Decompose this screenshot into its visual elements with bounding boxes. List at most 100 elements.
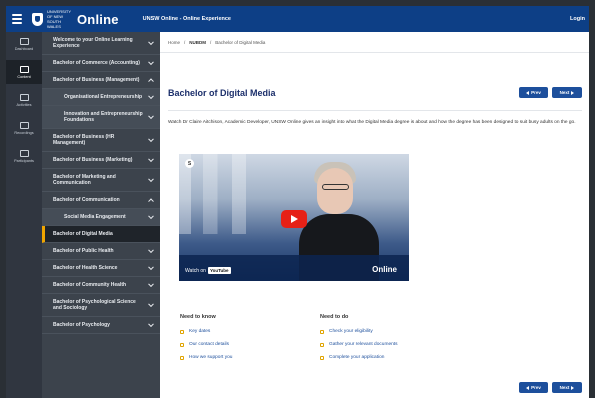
checkbox-icon — [320, 355, 324, 360]
chevron-down-icon — [148, 59, 154, 66]
top-bar: UNIVERSITY OF NEW SOUTH WALES Online UNS… — [6, 6, 589, 32]
video-player[interactable]: S Watch on YouTube Online — [179, 154, 409, 281]
sidebar-item-label: Bachelor of Psychological Science and So… — [53, 299, 136, 311]
sidebar-item-label: Bachelor of Business (Marketing) — [53, 157, 133, 163]
chevron-down-icon — [148, 301, 154, 308]
sidebar-item-marketing-communication[interactable]: Bachelor of Marketing and Communication — [42, 169, 160, 192]
sidebar-item-label: Welcome to your Online Learning Experien… — [53, 37, 133, 49]
sidebar-item-business-management[interactable]: Bachelor of Business (Management) — [42, 72, 160, 89]
sidebar-item-label: Bachelor of Health Science — [53, 265, 118, 271]
sidebar-item-label: Bachelor of Community Health — [53, 282, 127, 288]
list-item-label: Complete your application — [329, 355, 385, 360]
next-button-bottom[interactable]: Next — [552, 382, 582, 393]
list-item[interactable]: Complete your application — [320, 355, 398, 360]
need-to-know-section: Need to know Key dates Our contact detai… — [180, 314, 232, 368]
list-item-label: Our contact details — [189, 342, 229, 347]
video-brand: Online — [372, 265, 397, 274]
sidebar-item-innovation-foundations[interactable]: Innovation and Entrepreneurship Foundati… — [42, 106, 160, 129]
breadcrumb-section[interactable]: NUBDM — [189, 40, 206, 45]
sidebar-item-label: Bachelor of Psychology — [53, 322, 110, 328]
next-label: Next — [559, 385, 570, 390]
sidebar-item-business-marketing[interactable]: Bachelor of Business (Marketing) — [42, 152, 160, 169]
sidebar-item-digital-media[interactable]: Bachelor of Digital Media — [42, 226, 160, 243]
sidebar-item-psych-sociology[interactable]: Bachelor of Psychological Science and So… — [42, 294, 160, 317]
sidebar-item-label: Bachelor of Digital Media — [53, 231, 113, 237]
chevron-down-icon — [148, 281, 154, 288]
rail-label: Dashboard — [14, 46, 34, 51]
chevron-up-icon — [148, 198, 154, 205]
site-title: UNSW Online - Online Experience — [142, 16, 231, 22]
chevron-down-icon — [148, 93, 154, 100]
play-icon[interactable] — [281, 210, 307, 228]
sidebar-item-label: Bachelor of Communication — [53, 197, 120, 203]
prev-label: Prev — [531, 90, 541, 95]
youtube-logo: YouTube — [207, 267, 231, 274]
sidebar-item-psychology[interactable]: Bachelor of Psychology — [42, 317, 160, 334]
sidebar-item-label: Social Media Engagement — [64, 214, 126, 220]
icon-rail: Dashboard Content Activities Recordings … — [6, 32, 42, 398]
breadcrumb-home[interactable]: Home — [168, 40, 180, 45]
chevron-down-icon — [148, 321, 154, 328]
list-item-label: Check your eligibility — [329, 329, 373, 334]
chevron-down-icon — [148, 136, 154, 143]
need-to-do-title: Need to do — [320, 314, 349, 320]
need-to-know-title: Need to know — [180, 314, 216, 320]
sidebar-item-community-health[interactable]: Bachelor of Community Health — [42, 277, 160, 294]
recordings-icon — [19, 121, 29, 129]
sidebar-item-communication[interactable]: Bachelor of Communication — [42, 192, 160, 209]
breadcrumb: Home / NUBDM / Bachelor of Digital Media — [160, 32, 589, 53]
prev-button[interactable]: Prev — [519, 87, 548, 98]
chevron-up-icon — [148, 78, 154, 85]
rail-item-recordings[interactable]: Recordings — [6, 116, 42, 140]
chevron-down-icon — [148, 39, 154, 46]
sidebar-item-label: Bachelor of Business (Management) — [53, 77, 140, 83]
sidebar-item-social-media[interactable]: Social Media Engagement — [42, 209, 160, 226]
sidebar-item-public-health[interactable]: Bachelor of Public Health — [42, 243, 160, 260]
intro-text: Watch Dr Claire Aitchison, Academic Deve… — [168, 120, 576, 125]
arrow-left-icon — [526, 90, 530, 95]
list-item[interactable]: Check your eligibility — [320, 329, 398, 334]
sidebar-item-health-science[interactable]: Bachelor of Health Science — [42, 260, 160, 277]
divider — [168, 110, 582, 111]
rail-item-dashboard[interactable]: Dashboard — [6, 32, 42, 56]
sidebar-item-organisational-entrepreneurship[interactable]: Organisational Entrepreneurship — [42, 89, 160, 106]
sidebar-item-business-hr[interactable]: Bachelor of Business (HR Management) — [42, 129, 160, 152]
sidebar-item-label: Bachelor of Business (HR Management) — [53, 134, 115, 146]
logo-online[interactable]: Online — [77, 12, 119, 27]
watch-on-youtube[interactable]: Watch on YouTube — [185, 267, 231, 274]
chevron-down-icon — [148, 213, 154, 220]
checkbox-icon — [320, 342, 324, 347]
next-label: Next — [559, 90, 570, 95]
chevron-down-icon — [148, 264, 154, 271]
rail-item-activities[interactable]: Activities — [6, 88, 42, 112]
list-item[interactable]: Our contact details — [180, 342, 232, 347]
rail-item-participants[interactable]: Participants — [6, 144, 42, 168]
menu-icon[interactable] — [12, 14, 22, 24]
rail-label: Recordings — [14, 130, 34, 135]
page-title: Bachelor of Digital Media — [168, 88, 276, 98]
sidebar-item-welcome[interactable]: Welcome to your Online Learning Experien… — [42, 32, 160, 55]
list-item-label: Key dates — [189, 329, 211, 334]
checkbox-icon — [180, 342, 184, 347]
chevron-down-icon — [148, 156, 154, 163]
rail-label: Content — [17, 74, 31, 79]
list-item[interactable]: How we support you — [180, 355, 232, 360]
sidebar-item-label: Innovation and Entrepreneurship Foundati… — [64, 111, 143, 123]
need-to-do-section: Need to do Check your eligibility Gather… — [320, 314, 398, 368]
login-link[interactable]: Login — [570, 16, 585, 22]
checkbox-icon — [180, 355, 184, 360]
rail-item-content[interactable]: Content — [6, 60, 42, 84]
sidebar-item-label: Bachelor of Commerce (Accounting) — [53, 60, 140, 66]
course-sidebar: Welcome to your Online Learning Experien… — [42, 32, 160, 398]
list-item[interactable]: Key dates — [180, 329, 232, 334]
arrow-left-icon — [526, 385, 530, 390]
next-button[interactable]: Next — [552, 87, 582, 98]
university-crest-icon — [32, 12, 43, 26]
sidebar-item-commerce-accounting[interactable]: Bachelor of Commerce (Accounting) — [42, 55, 160, 72]
channel-avatar[interactable]: S — [185, 159, 194, 168]
prev-button-bottom[interactable]: Prev — [519, 382, 548, 393]
checkbox-icon — [180, 329, 184, 334]
logo-small-text: UNIVERSITY OF NEW SOUTH WALES — [47, 9, 71, 29]
presenter-face — [317, 168, 353, 214]
list-item[interactable]: Gather your relevant documents — [320, 342, 398, 347]
